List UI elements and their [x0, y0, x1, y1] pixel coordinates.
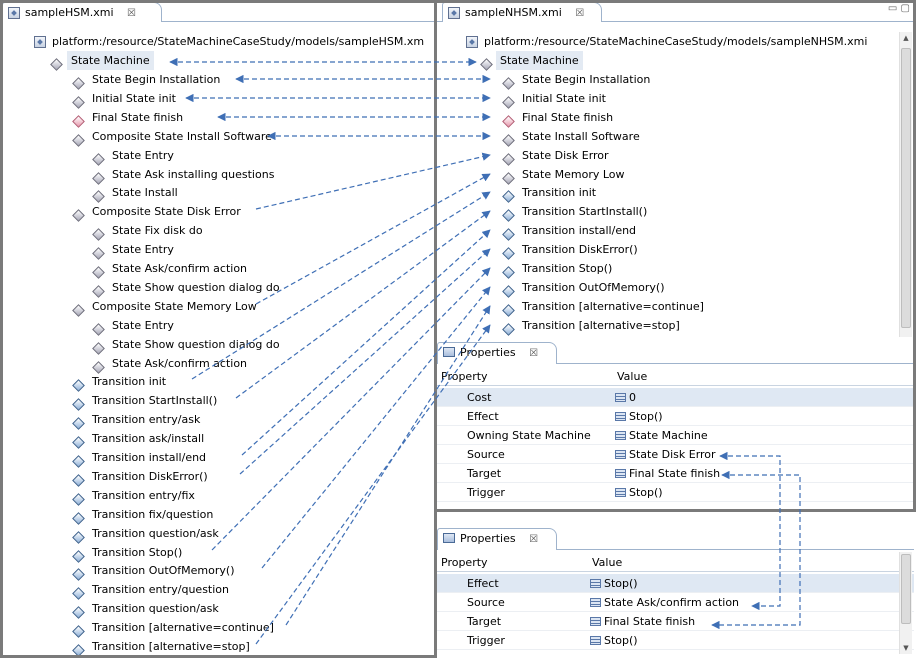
arrow-link [255, 324, 491, 645]
arrow-target-link [711, 470, 801, 630]
arrow-link [211, 267, 491, 551]
arrow-link [191, 191, 491, 380]
arrow-link [255, 152, 491, 210]
arrow-link [241, 229, 491, 456]
arrow-link [235, 210, 491, 399]
arrow-link [261, 286, 491, 569]
correspondence-arrows [169, 57, 801, 645]
arrow-source-link [719, 451, 781, 611]
arrow-link [255, 173, 491, 305]
arrow-link [285, 305, 491, 626]
